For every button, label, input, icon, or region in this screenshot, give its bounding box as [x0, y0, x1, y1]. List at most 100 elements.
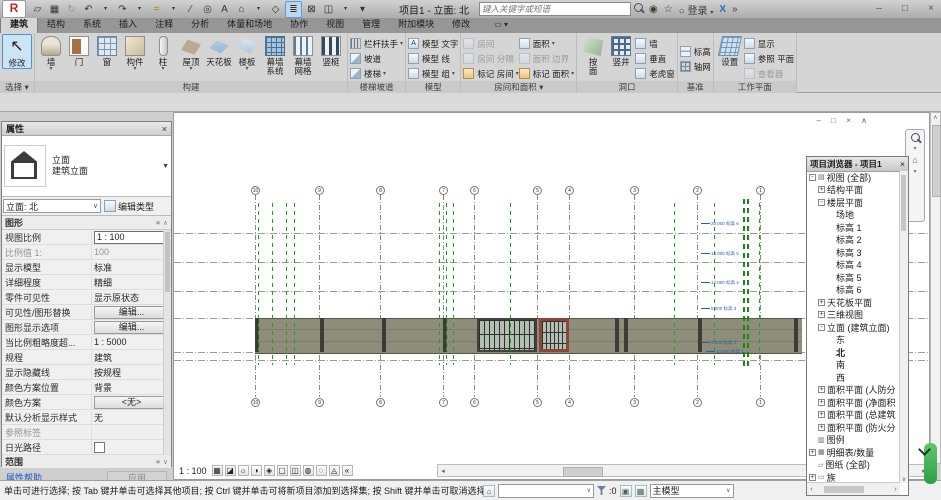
tab-注释[interactable]: 注释 [146, 17, 182, 33]
zoom-icon[interactable] [911, 133, 920, 142]
button-垂直[interactable]: 垂直 [635, 51, 675, 66]
type-selector-arrow-icon[interactable]: ▼ [162, 163, 169, 170]
worksets-icon[interactable]: ⌂ [483, 485, 495, 497]
property-value[interactable]: 1 : 5000 [94, 337, 127, 347]
section-icon[interactable]: ◇ [268, 2, 283, 17]
show-crop-region-icon[interactable]: ◫ [290, 465, 301, 476]
tree-item-西[interactable]: 西 [807, 371, 900, 384]
property-value[interactable]: 按规程 [94, 368, 121, 378]
tree-item-标高4[interactable]: 标高 4 [807, 259, 900, 272]
tree-item-结构平面[interactable]: +结构平面 [807, 184, 900, 197]
browser-vscroll-thumb[interactable] [901, 175, 906, 231]
tab-管理[interactable]: 管理 [353, 17, 389, 33]
panel-label[interactable]: 洞口 [577, 81, 677, 93]
tree-expander-icon[interactable]: + [818, 299, 825, 306]
tree-item-场地[interactable]: 场地 [807, 209, 900, 222]
tree-expander-icon[interactable]: + [818, 186, 825, 193]
aligned-dimension-icon[interactable]: ⁄ [183, 2, 198, 17]
browser-scroll-down-icon[interactable]: ∨ [900, 476, 908, 483]
button-模型组[interactable]: 模型 组▾ [408, 66, 458, 81]
tree-expander-icon[interactable]: + [818, 411, 825, 418]
tree-item-面积平面总建筑[interactable]: +面积平面 (总建筑 [807, 409, 900, 422]
button-标记房间[interactable]: 标记 房间▾ [463, 66, 518, 81]
tree-item-立面建筑立面[interactable]: -立面 (建筑立面) [807, 321, 900, 334]
tree-item-图纸全部[interactable]: ▱图纸 (全部) [807, 459, 900, 472]
properties-close-icon[interactable]: × [162, 124, 167, 134]
properties-scroll-thumb[interactable] [165, 232, 170, 292]
button-设置[interactable]: 设置 [716, 34, 744, 67]
customize-qat-icon[interactable]: ▾ [355, 2, 370, 17]
panel-label[interactable]: 选择 ▾ [0, 81, 34, 93]
panel-label[interactable]: 房间和面积 ▾ [461, 81, 576, 93]
minimize-button[interactable]: – [873, 0, 885, 17]
button-按面[interactable]: 按 面 [579, 34, 607, 76]
crop-view-icon[interactable]: ▢ [277, 465, 288, 476]
workset-dropdown[interactable]: ∨ [498, 484, 594, 498]
select-toggle-icon[interactable]: ▣ [620, 485, 632, 497]
vertical-scrollbar[interactable]: ∧ ∨ [930, 112, 941, 464]
undo-icon[interactable]: ↶ [81, 2, 96, 17]
exchange-apps-icon[interactable]: X [719, 4, 726, 15]
tab-协作[interactable]: 协作 [281, 17, 317, 33]
tree-item-南[interactable]: 南 [807, 359, 900, 372]
scroll-up-icon[interactable]: ∧ [931, 113, 940, 123]
tab-建筑[interactable]: 建筑 [0, 16, 38, 33]
tree-item-天花板平面[interactable]: +天花板平面 [807, 296, 900, 309]
button-面积[interactable]: 面积▾ [519, 36, 574, 51]
switch-windows-icon[interactable]: ◫ [321, 2, 336, 17]
project-browser-header[interactable]: 项目浏览器 - 项目1 × [807, 157, 908, 172]
zoom-menu-arrow[interactable]: ▾ [913, 145, 916, 152]
text-icon[interactable]: A [217, 2, 232, 17]
visual-style-icon[interactable]: ◪ [225, 465, 236, 476]
button-楼梯[interactable]: 楼梯▾ [350, 66, 403, 81]
tree-expander-icon[interactable]: + [809, 474, 816, 481]
panel-label[interactable]: 构建 [35, 81, 347, 93]
property-value[interactable]: 无 [94, 413, 103, 423]
rendering-dialog-icon[interactable]: ◈ [264, 465, 275, 476]
vertical-scroll-thumb[interactable] [932, 125, 941, 197]
filter-icon[interactable] [597, 486, 606, 495]
tree-expander-icon[interactable]: - [809, 174, 816, 181]
browser-scroll-left-icon[interactable]: ‹ [807, 486, 816, 493]
sun-path-icon[interactable]: ☼ [238, 465, 249, 476]
temporary-view-properties-icon[interactable]: ◬ [329, 465, 340, 476]
favorites-icon[interactable]: ☆ [664, 4, 673, 15]
horizontal-scroll-thumb[interactable] [563, 467, 603, 477]
button-柱[interactable]: 柱▾ [149, 34, 177, 72]
restore-button[interactable]: □ [899, 0, 911, 17]
measure-icon[interactable]: = [149, 2, 164, 17]
button-构件[interactable]: 构件▾ [121, 34, 149, 72]
tab-附加模块[interactable]: 附加模块 [389, 17, 443, 33]
button-幕墙系统[interactable]: 幕墙 系统 [261, 34, 289, 76]
sun-path-checkbox[interactable] [94, 442, 105, 453]
button-门[interactable]: 门 [65, 34, 93, 67]
panel-label[interactable]: 基准 [678, 81, 713, 93]
tree-item-北[interactable]: 北 [807, 346, 900, 359]
tab-结构[interactable]: 结构 [38, 17, 74, 33]
button-墙[interactable]: 墙 [635, 36, 675, 51]
browser-hscroll-thumb[interactable] [824, 486, 864, 493]
section-extents[interactable]: 范围∗ ∨ [2, 455, 171, 469]
tree-item-标高6[interactable]: 标高 6 [807, 284, 900, 297]
property-value[interactable]: 建筑 [94, 353, 112, 363]
property-value[interactable]: 显示原状态 [94, 293, 139, 303]
type-selector[interactable]: 立面 建筑立面 ▼ [2, 136, 171, 197]
tree-item-楼层平面[interactable]: -楼层平面 [807, 196, 900, 209]
scale-control[interactable]: 1 : 100 [179, 466, 207, 476]
design-options-icon[interactable]: ▦ [635, 485, 647, 497]
search-icon[interactable] [634, 3, 643, 15]
tree-item-标高1[interactable]: 标高 1 [807, 221, 900, 234]
button-标记面积[interactable]: 标记 面积▾ [519, 66, 574, 81]
revit-app-button[interactable]: R [2, 0, 26, 18]
tree-item-面积平面人防分[interactable]: +面积平面 (人防分 [807, 384, 900, 397]
tree-item-三维视图[interactable]: +三维视图 [807, 309, 900, 322]
tree-item-面积平面防火分[interactable]: +面积平面 (防火分 [807, 421, 900, 434]
instance-selector[interactable]: 立面: 北∨ [3, 199, 101, 213]
temporary-hide-isolate-icon[interactable]: ◍ [303, 465, 314, 476]
design-option-dropdown[interactable]: 主模型∨ [650, 484, 734, 498]
wheel-menu-arrow[interactable]: ▾ [913, 168, 916, 175]
measure-dropdown-arrow[interactable]: ▾ [166, 2, 181, 17]
redo-icon[interactable]: ↷ [115, 2, 130, 17]
browser-vertical-scrollbar[interactable]: ∨ [899, 171, 908, 483]
detail-level-icon[interactable]: ▦ [212, 465, 223, 476]
